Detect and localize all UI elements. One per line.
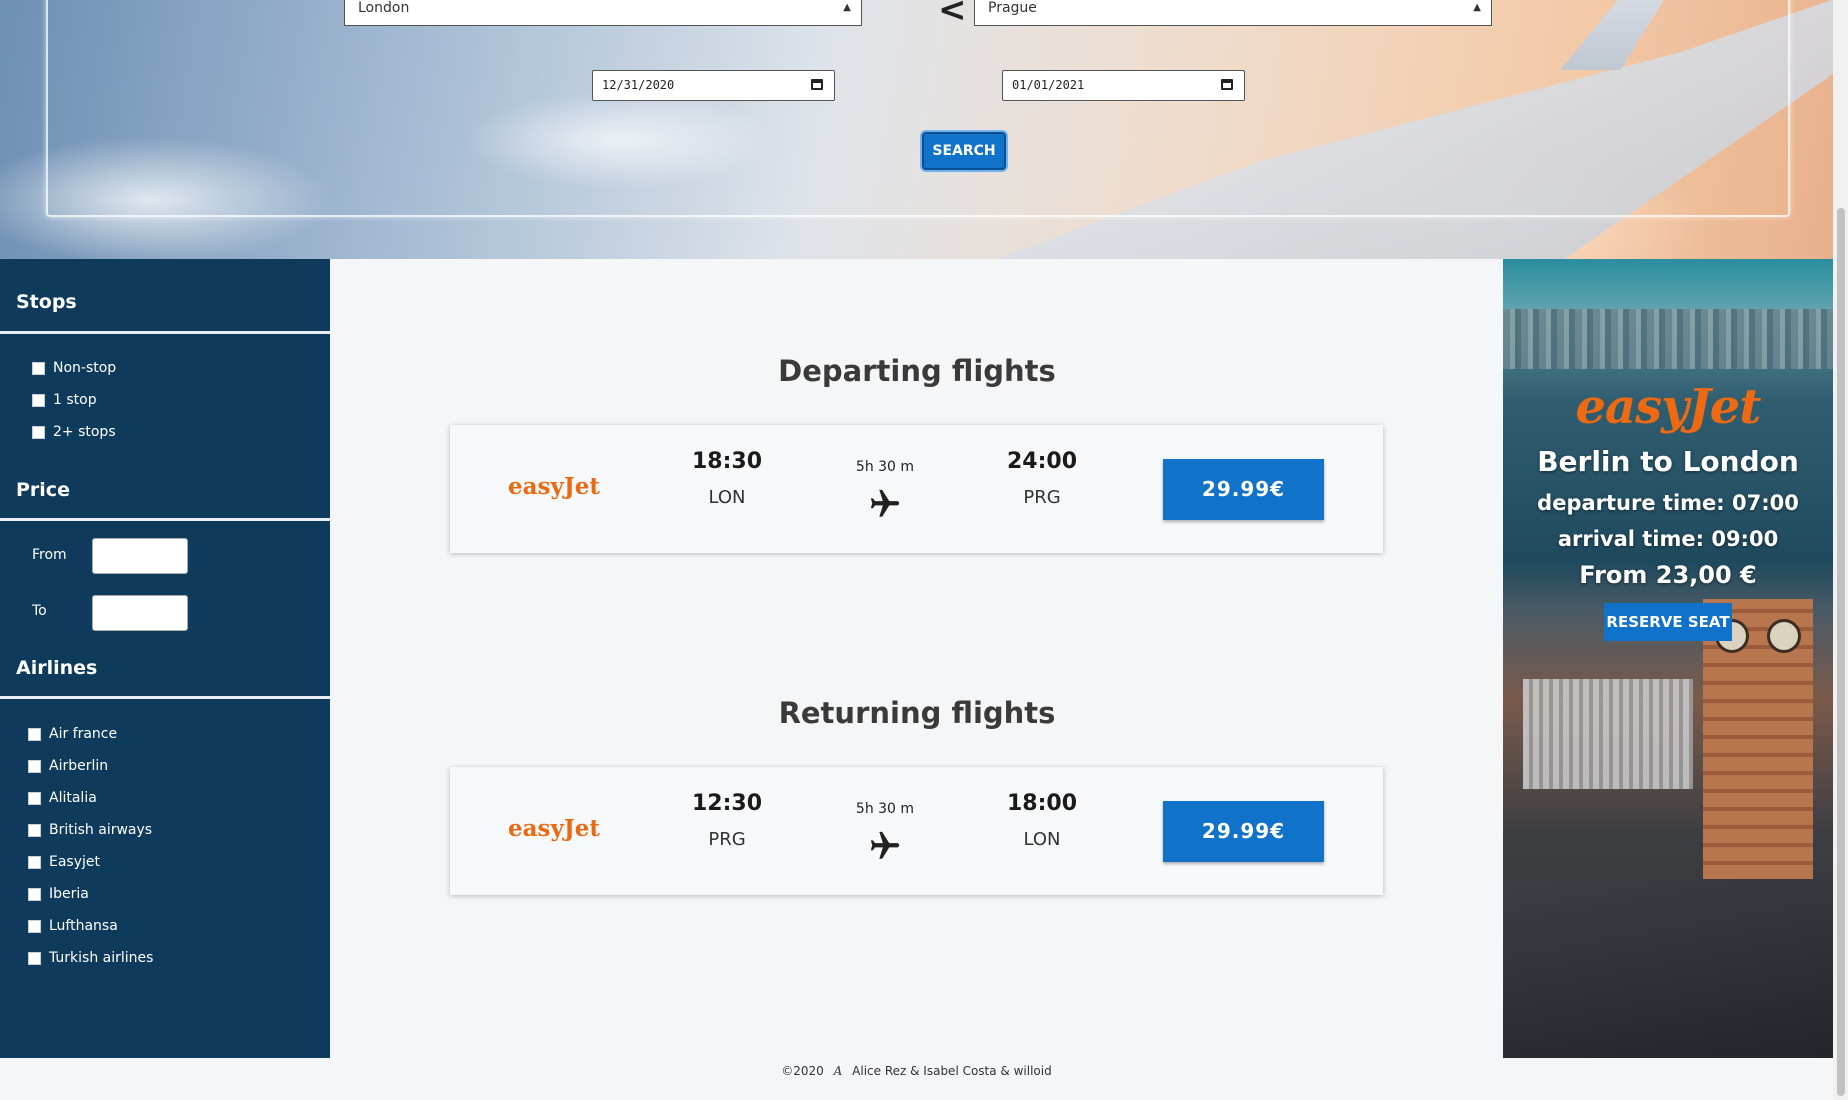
ad-brand-logo: easyJet: [1575, 379, 1762, 435]
checkbox-label: Alitalia: [49, 790, 97, 806]
checkbox[interactable]: [32, 425, 45, 439]
checkbox-label: Easyjet: [49, 854, 100, 870]
stop-filter-two-plus[interactable]: 2+ stops: [32, 424, 116, 440]
checkbox-label: Iberia: [49, 886, 89, 902]
sort-caret-icon: ▲: [1473, 2, 1481, 13]
checkbox-label: Turkish airlines: [49, 950, 154, 966]
divider: [0, 331, 330, 334]
checkbox[interactable]: [28, 887, 41, 901]
airlines-heading: Airlines: [16, 657, 98, 679]
price-to-label: To: [32, 603, 47, 619]
return-date-input[interactable]: 01/01/2021: [1002, 70, 1245, 101]
footer: ©2020 A Alice Rez & Isabel Costa & willo…: [0, 1058, 1833, 1100]
search-panel: London ▲ < > Prague ▲ 12/31/2020 01/01/2…: [46, 0, 1790, 217]
ad-street-image: [1503, 879, 1833, 1058]
copyright-text: ©2020: [781, 1064, 824, 1078]
flight-duration: 5h 30 m: [855, 459, 915, 475]
ad-sky-image: [1503, 259, 1833, 309]
depart-date-value: 12/31/2020: [602, 78, 675, 92]
calendar-icon[interactable]: [811, 79, 823, 90]
departure-airport: LON: [708, 487, 746, 508]
airline-filter-lufthansa[interactable]: Lufthansa: [28, 918, 118, 934]
ad-price: From 23,00 €: [1579, 561, 1757, 589]
select-price-button[interactable]: 29.99€: [1163, 459, 1324, 520]
origin-select[interactable]: London ▲: [344, 0, 862, 26]
ad-route: Berlin to London: [1537, 445, 1799, 478]
checkbox-label: Airberlin: [49, 758, 109, 774]
filter-sidebar: Stops Non-stop 1 stop 2+ stops Price Fro…: [0, 259, 330, 1058]
hero-banner: London ▲ < > Prague ▲ 12/31/2020 01/01/2…: [0, 0, 1833, 259]
departing-flights-heading: Departing flights: [778, 354, 1056, 388]
checkbox[interactable]: [28, 759, 41, 773]
checkbox[interactable]: [28, 951, 41, 965]
airline-logo: easyJet: [508, 815, 600, 842]
airline-filter-airfrance[interactable]: Air france: [28, 726, 117, 742]
price-from-input[interactable]: [92, 538, 188, 574]
checkbox-label: British airways: [49, 822, 153, 838]
airplane-icon: [870, 831, 900, 859]
select-price-button[interactable]: 29.99€: [1163, 801, 1324, 862]
ad-arrival-time: arrival time: 09:00: [1557, 527, 1779, 551]
destination-select[interactable]: Prague ▲: [974, 0, 1492, 26]
arrival-airport: LON: [1023, 829, 1061, 850]
departing-flight-card[interactable]: easyJet 18:30 LON 5h 30 m 24:00 PRG 29.9…: [450, 425, 1383, 553]
return-date-value: 01/01/2021: [1012, 78, 1085, 92]
origin-value: London: [358, 0, 410, 16]
page-scrollbar[interactable]: [1833, 0, 1848, 1100]
arrival-time: 24:00: [1006, 449, 1078, 474]
checkbox[interactable]: [28, 855, 41, 869]
airline-filter-easyjet[interactable]: Easyjet: [28, 854, 100, 870]
checkbox-label: Air france: [49, 726, 118, 742]
clock-face-image: [1767, 619, 1801, 653]
checkbox[interactable]: [28, 791, 41, 805]
airplane-icon: [870, 489, 900, 517]
calendar-icon[interactable]: [1221, 79, 1233, 90]
ad-city-skyline-image: [1503, 309, 1833, 369]
price-to-input[interactable]: [92, 595, 188, 631]
checkbox-label: 2+ stops: [53, 424, 116, 440]
footer-authors: Alice Rez & Isabel Costa & willoid: [852, 1064, 1052, 1078]
divider: [0, 518, 330, 521]
price-heading: Price: [16, 479, 70, 501]
stops-heading: Stops: [16, 291, 77, 313]
returning-flights-heading: Returning flights: [778, 696, 1056, 730]
airline-filter-alitalia[interactable]: Alitalia: [28, 790, 97, 806]
ad-departure-time: departure time: 07:00: [1537, 491, 1799, 515]
stop-filter-nonstop[interactable]: Non-stop: [32, 360, 116, 376]
arrival-airport: PRG: [1023, 487, 1061, 508]
flight-duration: 5h 30 m: [855, 801, 915, 817]
arrival-time: 18:00: [1006, 791, 1078, 816]
checkbox[interactable]: [28, 823, 41, 837]
checkbox[interactable]: [28, 919, 41, 933]
departure-airport: PRG: [708, 829, 746, 850]
departure-time: 12:30: [691, 791, 763, 816]
reserve-seat-button[interactable]: RESERVE SEAT: [1604, 603, 1732, 641]
search-button[interactable]: SEARCH: [922, 132, 1006, 170]
easyjet-advertisement: easyJet Berlin to London departure time:…: [1503, 259, 1833, 1058]
airline-filter-iberia[interactable]: Iberia: [28, 886, 89, 902]
departure-time: 18:30: [691, 449, 763, 474]
checkbox[interactable]: [32, 393, 45, 407]
scrollbar-thumb[interactable]: [1837, 208, 1845, 1096]
checkbox[interactable]: [32, 361, 45, 375]
divider: [0, 696, 330, 699]
checkbox-label: 1 stop: [53, 392, 97, 408]
airline-filter-british[interactable]: British airways: [28, 822, 152, 838]
returning-flight-card[interactable]: easyJet 12:30 PRG 5h 30 m 18:00 LON 29.9…: [450, 767, 1383, 895]
airline-filter-turkish[interactable]: Turkish airlines: [28, 950, 153, 966]
signature-logo: A: [833, 1064, 843, 1078]
checkbox[interactable]: [28, 727, 41, 741]
checkbox-label: Non-stop: [53, 360, 117, 376]
destination-value: Prague: [988, 0, 1037, 16]
airline-filter-airberlin[interactable]: Airberlin: [28, 758, 108, 774]
price-from-label: From: [32, 547, 67, 563]
ad-building-image: [1523, 679, 1693, 789]
depart-date-input[interactable]: 12/31/2020: [592, 70, 835, 101]
checkbox-label: Lufthansa: [49, 918, 118, 934]
airline-logo: easyJet: [508, 473, 600, 500]
sort-caret-icon: ▲: [843, 2, 851, 13]
stop-filter-one-stop[interactable]: 1 stop: [32, 392, 97, 408]
